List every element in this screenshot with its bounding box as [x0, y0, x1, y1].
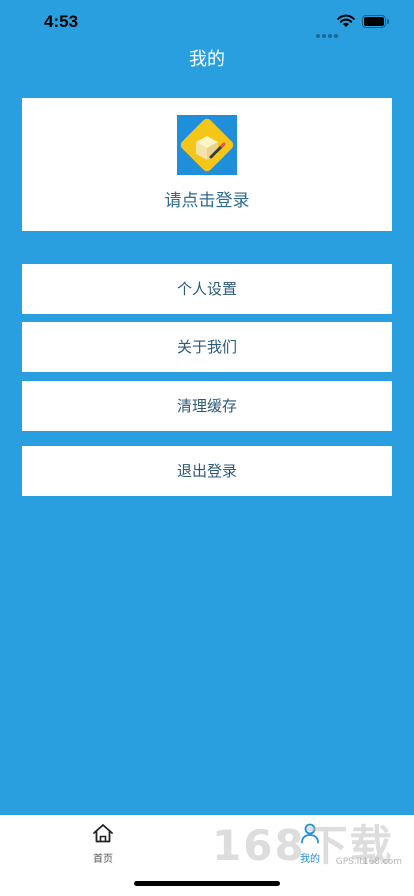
status-bar: 4:53 [0, 0, 414, 48]
menu-item-personal-settings[interactable]: 个人设置 [22, 264, 392, 314]
profile-card[interactable]: 请点击登录 [22, 98, 392, 231]
home-indicator [134, 881, 280, 886]
menu-item-logout[interactable]: 退出登录 [22, 446, 392, 496]
avatar[interactable] [177, 115, 237, 175]
menu-item-clear-cache[interactable]: 清理缓存 [22, 381, 392, 431]
menu-item-about-us[interactable]: 关于我们 [22, 322, 392, 372]
tab-home-label: 首页 [93, 854, 113, 865]
home-icon [93, 824, 113, 843]
watermark: 168下载 GPS.it168.com [212, 812, 412, 872]
login-prompt[interactable]: 请点击登录 [22, 186, 392, 211]
package-edit-icon [180, 118, 234, 172]
page-title: 我的 [189, 49, 225, 70]
watermark-url: GPS.it168.com [335, 857, 402, 867]
status-time: 4:53 [44, 12, 79, 31]
tab-home[interactable]: 首页 [63, 815, 143, 870]
battery-icon [362, 15, 389, 28]
wifi-icon [337, 14, 355, 27]
